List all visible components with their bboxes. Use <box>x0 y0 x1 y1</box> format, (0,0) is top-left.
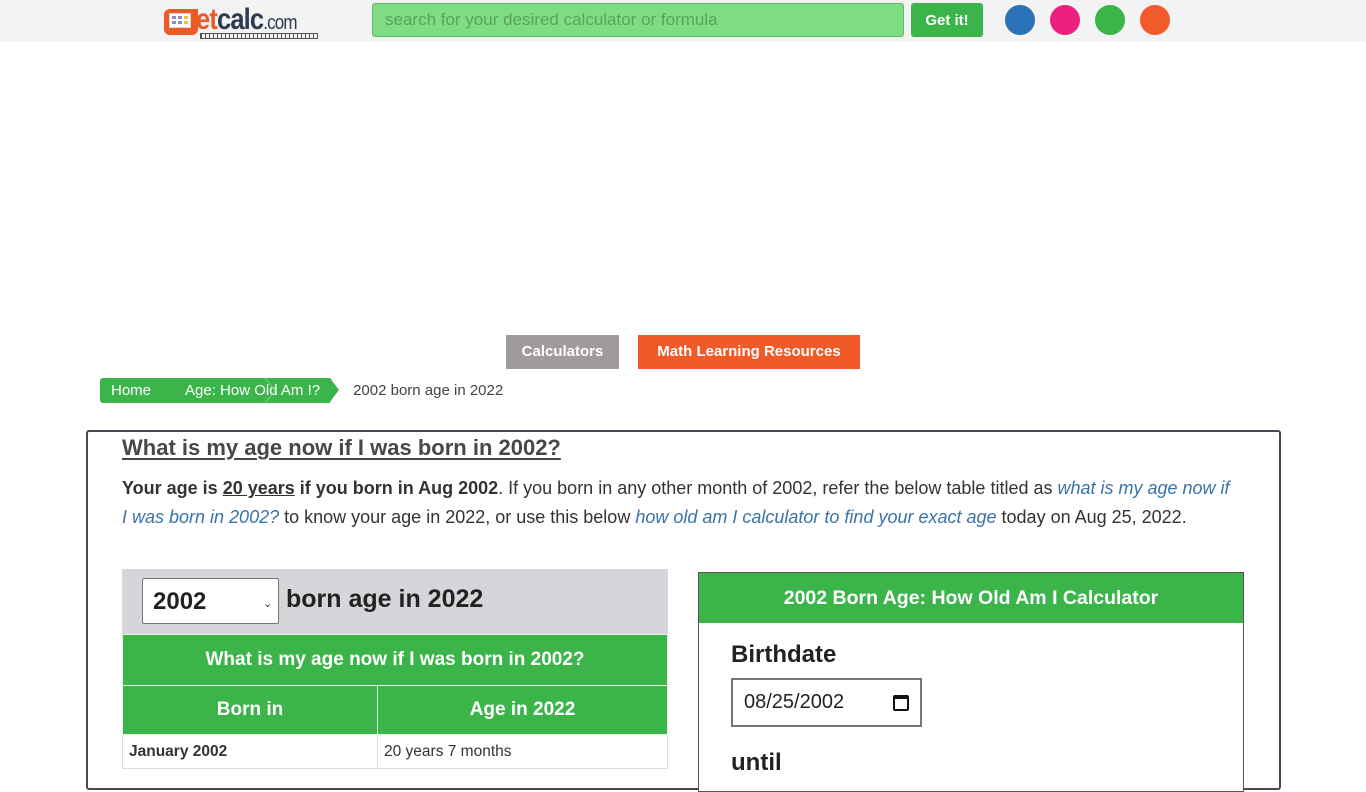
age-table: What is my age now if I was born in 2002… <box>122 634 668 769</box>
breadcrumb-home[interactable]: Home <box>100 378 162 403</box>
search-button[interactable]: Get it! <box>911 3 983 37</box>
birthdate-label: Birthdate <box>731 641 837 668</box>
calendar-icon[interactable] <box>893 694 909 711</box>
calculator-logo-icon <box>164 9 198 35</box>
year-select[interactable]: 2002 <box>142 578 279 624</box>
table-row: January 2002 20 years 7 months <box>122 734 668 769</box>
row-month: January 2002 <box>122 734 378 769</box>
search-input[interactable] <box>372 3 904 37</box>
getcalc-logo[interactable]: etcalc.com <box>164 4 320 40</box>
breadcrumb-separator-icon <box>264 378 276 403</box>
ad-space <box>0 42 1366 327</box>
breadcrumb: Home Age: How Old Am I? 2002 born age in… <box>100 378 503 403</box>
calculator-title: 2002 Born Age: How Old Am I Calculator <box>699 573 1243 623</box>
math-learning-resources-button[interactable]: Math Learning Resources <box>638 335 860 369</box>
breadcrumb-current: 2002 born age in 2022 <box>353 382 504 399</box>
reddit-icon[interactable] <box>1140 5 1170 35</box>
year-selector-label: born age in 2022 <box>286 585 484 613</box>
column-header-born-in: Born in <box>122 685 378 735</box>
top-bar: etcalc.com Get it! <box>0 0 1366 42</box>
birthdate-value: 08/25/2002 <box>744 691 845 713</box>
page-title: What is my age now if I was born in 2002… <box>122 435 561 460</box>
facebook-icon[interactable] <box>1005 5 1035 35</box>
column-header-age: Age in 2022 <box>377 685 668 735</box>
age-calculator: 2002 Born Age: How Old Am I Calculator B… <box>698 572 1244 792</box>
age-result: 20 years <box>222 478 295 498</box>
breadcrumb-age[interactable]: Age: How Old Am I? <box>161 378 340 403</box>
row-age: 20 years 7 months <box>377 734 668 769</box>
pinterest-icon[interactable] <box>1050 5 1080 35</box>
share-icon[interactable] <box>1095 5 1125 35</box>
calculator-link[interactable]: how old am I calculator to find your exa… <box>635 507 996 527</box>
intro-paragraph: Your age is 20 years if you born in Aug … <box>122 478 1230 527</box>
ruler-decoration <box>200 33 318 39</box>
table-caption: What is my age now if I was born in 2002… <box>122 634 668 686</box>
until-label: until <box>731 749 782 776</box>
birthdate-input[interactable]: 08/25/2002 <box>731 678 922 727</box>
year-selector-bar: 2002 ⌄ born age in 2022 <box>122 569 668 634</box>
calculators-button[interactable]: Calculators <box>506 335 619 369</box>
